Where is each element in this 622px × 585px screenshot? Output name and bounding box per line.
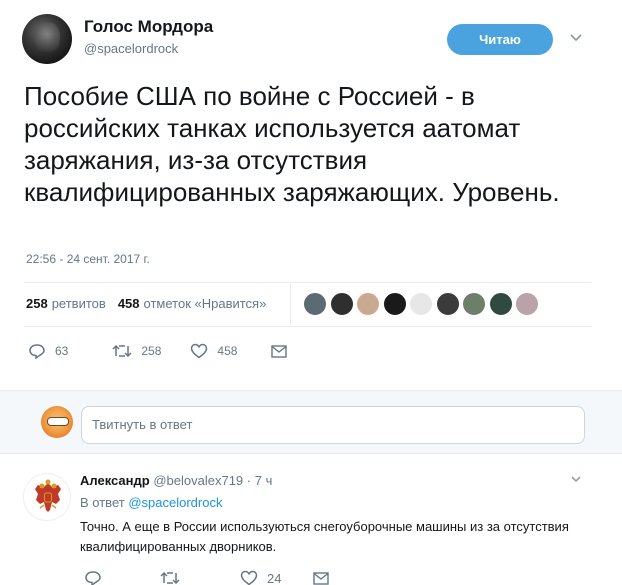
retweet-button[interactable]: 258	[112, 343, 161, 359]
reply-button[interactable]: 63	[28, 343, 68, 359]
divider	[24, 326, 591, 327]
heart-icon	[240, 570, 258, 585]
envelope-icon	[271, 344, 288, 358]
direct-message-button[interactable]	[313, 571, 330, 585]
in-reply-to: В ответ @spacelordrock	[80, 495, 222, 510]
author-handle[interactable]: @spacelordrock	[84, 41, 178, 56]
reply-actions: 24	[84, 570, 330, 585]
retweet-icon	[112, 344, 132, 358]
heart-icon	[191, 343, 208, 359]
current-user-avatar[interactable]	[41, 406, 73, 438]
reply-author-avatar[interactable]	[23, 473, 71, 521]
retweet-icon	[160, 571, 180, 585]
liker-avatar[interactable]	[462, 292, 486, 316]
liker-avatar[interactable]	[409, 292, 433, 316]
liker-avatar[interactable]	[515, 292, 539, 316]
retweets-count[interactable]: 258	[26, 296, 48, 311]
reply-age[interactable]: · 7 ч	[247, 473, 273, 488]
reply-icon	[85, 571, 101, 585]
like-button[interactable]: 458	[190, 343, 237, 359]
liker-avatar[interactable]	[303, 292, 327, 316]
chevron-down-icon[interactable]	[568, 30, 584, 46]
likes-label[interactable]: отметок «Нравится»	[144, 296, 267, 311]
reply-author-name[interactable]: Александр	[80, 473, 150, 488]
divider	[290, 284, 291, 324]
reply-header: Александр @belovalex719 · 7 ч	[80, 473, 272, 488]
in-reply-to-link[interactable]: @spacelordrock	[128, 495, 222, 510]
tweet-stats: 258 ретвитов 458 отметок «Нравится»	[26, 296, 266, 311]
author-name[interactable]: Голос Мордора	[84, 17, 213, 37]
retweet-count: 258	[141, 344, 162, 358]
tweet-timestamp[interactable]: 22:56 - 24 сент. 2017 г.	[26, 252, 150, 266]
divider	[24, 282, 591, 283]
reply-author-handle[interactable]: @belovalex719	[153, 473, 243, 488]
liker-avatar[interactable]	[435, 292, 460, 316]
liker-avatar[interactable]	[488, 292, 513, 316]
like-button[interactable]: 24	[240, 570, 281, 585]
liker-avatar[interactable]	[329, 292, 354, 316]
author-avatar[interactable]	[22, 14, 72, 64]
retweet-button[interactable]	[160, 570, 180, 585]
envelope-icon	[313, 571, 330, 585]
reply-text: Точно. А еще в России используються снег…	[80, 519, 569, 554]
following-button[interactable]: Читаю	[447, 24, 553, 55]
liker-avatars	[303, 292, 542, 316]
like-count: 24	[267, 570, 282, 585]
reply-composer: Твитнуть в ответ	[0, 390, 622, 454]
liker-avatar[interactable]	[382, 292, 407, 316]
direct-message-button[interactable]	[271, 344, 288, 358]
coat-of-arms-icon	[35, 479, 61, 512]
likes-count[interactable]: 458	[118, 296, 140, 311]
reply-icon	[29, 344, 45, 359]
reply-count: 63	[55, 344, 69, 358]
reply-tweet[interactable]: Александр @belovalex719 · 7 ч В ответ @s…	[0, 455, 622, 585]
like-count: 458	[217, 344, 238, 358]
liker-avatar[interactable]	[356, 292, 380, 316]
in-reply-to-prefix: В ответ	[80, 495, 125, 510]
retweets-label[interactable]: ретвитов	[52, 296, 106, 311]
tweet-actions: 63 258 458	[28, 343, 288, 359]
reply-button[interactable]	[84, 570, 102, 585]
chevron-down-icon[interactable]	[570, 473, 584, 488]
reply-input[interactable]: Твитнуть в ответ	[81, 406, 585, 444]
tweet-text: Пособие США по войне с Россией - в росси…	[24, 81, 560, 207]
